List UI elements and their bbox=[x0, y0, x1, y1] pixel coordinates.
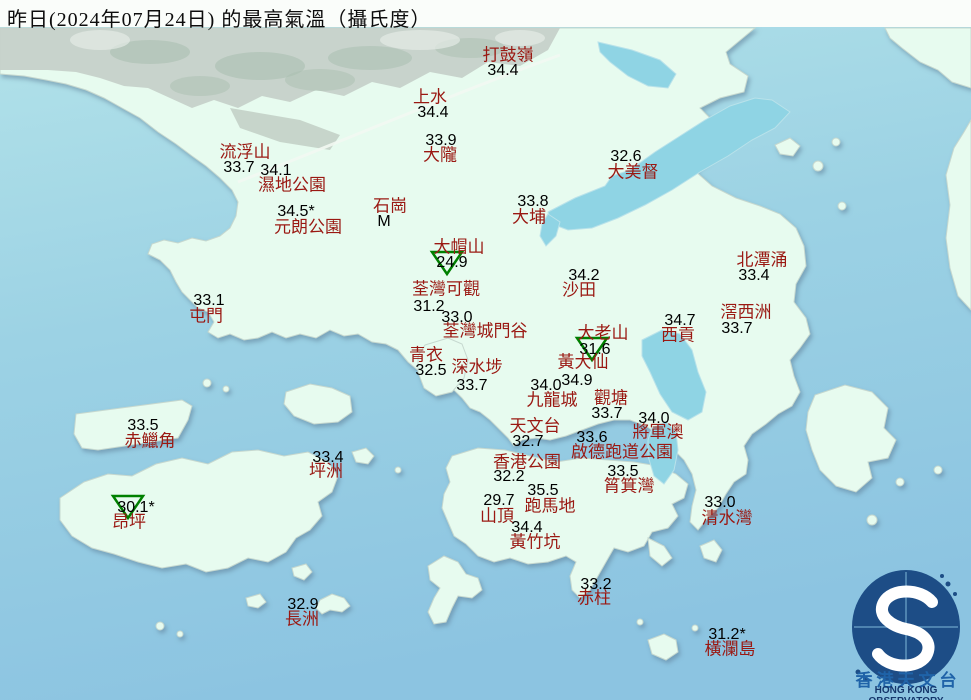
max-temperature-map-page: 34.4 打鼓嶺 34.4 上水 33.9 大隴 32.6 大美督 33.7 流浮山 34.1 濕地公… bbox=[0, 0, 971, 700]
title-band: 昨日(2024年07月24日) 的最高氣溫（攝氏度） bbox=[0, 0, 971, 31]
mirs-bay-island bbox=[812, 160, 824, 172]
page-title: 昨日(2024年07月24日) 的最高氣溫（攝氏度） bbox=[7, 9, 432, 31]
soko-island bbox=[155, 621, 165, 631]
soko-island bbox=[176, 630, 184, 638]
basalt-island bbox=[866, 514, 878, 526]
brothers-island bbox=[222, 385, 230, 393]
hko-logo-name-en: HONG KONG OBSERVATORY bbox=[868, 685, 943, 700]
hong-kong-map bbox=[0, 24, 971, 700]
bluff-island bbox=[895, 477, 905, 487]
kowloon-small-island bbox=[394, 466, 402, 474]
mirs-bay-island bbox=[831, 137, 841, 147]
ninepin-island bbox=[933, 465, 943, 475]
brothers-island bbox=[202, 378, 212, 388]
waglan-island bbox=[691, 624, 699, 632]
beaufort-island bbox=[636, 618, 644, 626]
port-island bbox=[837, 201, 847, 211]
